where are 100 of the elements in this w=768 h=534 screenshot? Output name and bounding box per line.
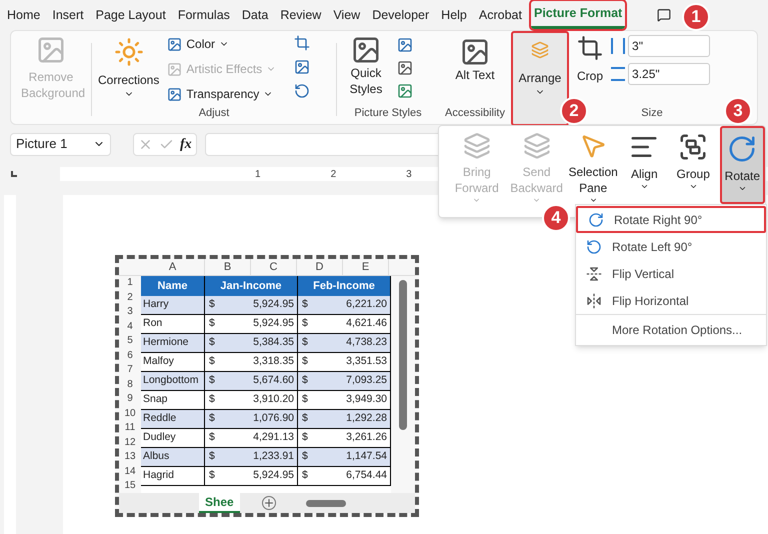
ribbon-tab[interactable]: Picture Format — [530, 1, 626, 29]
crop-icon — [577, 35, 603, 61]
table-cell-text: $ — [208, 411, 216, 426]
arrange-option-button[interactable]: Align — [622, 126, 667, 204]
table-cell: 5,674.60 — [221, 372, 298, 390]
table-cell: Snap — [141, 391, 205, 409]
arrange-button[interactable]: Arrange — [511, 31, 569, 126]
name-box[interactable]: Picture 1 — [10, 132, 111, 156]
insert-function-button[interactable]: fx — [180, 134, 192, 154]
table-cell: Longbottom — [141, 372, 205, 390]
picture-icon — [167, 36, 182, 52]
table-cell-text: $ — [301, 335, 309, 350]
horizontal-scrollbar-thumb[interactable] — [306, 500, 346, 506]
menu-item[interactable]: Rotate Left 90° — [576, 233, 766, 260]
table-cell: 1,233.91 — [221, 448, 298, 466]
quick-styles-button[interactable]: Quick Styles — [341, 35, 391, 104]
add-sheet-icon[interactable] — [262, 496, 276, 510]
ribbon-tab[interactable]: Insert — [49, 1, 87, 29]
step-number-badge: 1 — [682, 3, 710, 31]
table-cell: 3,351.53 — [314, 353, 391, 371]
arrange-option-button[interactable]: Group — [670, 126, 716, 204]
table-cell: 3,318.35 — [221, 353, 298, 371]
corrections-button[interactable]: Corrections — [98, 35, 160, 104]
group-label: Accessibility — [444, 106, 506, 120]
row-number: 12 — [123, 436, 137, 448]
table-cell-text: $ — [208, 392, 216, 408]
table-cell: 5,924.95 — [221, 296, 298, 314]
ruler-number: 1 — [255, 168, 261, 182]
table-cell-text: $ — [301, 297, 309, 312]
sun-icon — [114, 37, 144, 67]
scrollbar-thumb[interactable] — [399, 280, 407, 430]
layers-icon — [522, 132, 552, 160]
row-number: 9 — [126, 393, 134, 405]
alt-text-button[interactable]: Alt Text — [450, 35, 500, 104]
rotate-left-icon — [586, 238, 602, 254]
table-cell: 1,076.90 — [221, 410, 298, 428]
table-cell-text: $ — [301, 468, 309, 484]
row-number: 11 — [124, 422, 136, 434]
table-cell-text: $ — [208, 449, 216, 464]
table-cell: Malfoy — [141, 353, 205, 371]
ribbon-tab[interactable]: Developer — [369, 1, 432, 29]
ribbon-menu-button[interactable]: Transparency — [167, 85, 276, 103]
column-header: B — [205, 259, 251, 275]
table-cell: 6,754.44 — [314, 467, 391, 485]
ribbon-tab[interactable]: Acrobat — [476, 1, 525, 29]
comment-icon[interactable] — [657, 8, 672, 22]
table-cell-text: $ — [208, 316, 216, 332]
menu-item[interactable]: Rotate Right 90° — [576, 206, 766, 233]
group-label: Size — [640, 106, 664, 120]
ribbon-tab[interactable]: Review — [277, 1, 324, 29]
table-cell-text: $ — [301, 449, 309, 464]
column-header: E — [343, 259, 389, 275]
menu-item[interactable]: Flip Horizontal — [576, 287, 766, 314]
row-number: 15 — [123, 480, 137, 492]
picture-icon — [36, 35, 66, 65]
table-cell: Reddle — [141, 410, 205, 428]
row-number: 4 — [126, 320, 134, 332]
column-header: C — [251, 259, 297, 275]
row-number: 6 — [126, 350, 134, 362]
table-cell: 4,621.46 — [314, 315, 391, 333]
group-label: Picture Styles — [353, 106, 423, 120]
table-cell: 4,291.13 — [221, 429, 298, 447]
table-cell: 6,221.20 — [314, 296, 391, 314]
ribbon-menu-button[interactable]: Color — [167, 35, 276, 53]
layers-icon — [531, 41, 549, 59]
width-field[interactable]: 3.25" — [628, 63, 710, 85]
table-cell-text: $ — [301, 411, 309, 426]
row-number: 2 — [126, 292, 134, 304]
menu-item[interactable]: More Rotation Options... — [576, 314, 766, 344]
ribbon-tab[interactable]: Formulas — [174, 1, 233, 29]
table-cell: 3,261.26 — [314, 429, 391, 447]
ribbon-tab[interactable]: View — [330, 1, 364, 29]
table-cell-text: $ — [301, 392, 309, 408]
table-cell: 4,738.23 — [314, 334, 391, 352]
table-cell: Dudley — [141, 429, 205, 447]
picture-icon — [167, 62, 182, 76]
table-cell: 5,924.95 — [221, 467, 298, 485]
ribbon-tab[interactable]: Data — [238, 1, 272, 29]
height-field[interactable]: 3" — [628, 35, 710, 57]
table-cell: 3,910.20 — [221, 391, 298, 409]
group-icon — [678, 132, 708, 162]
group-label: Adjust — [198, 106, 230, 120]
table-cell-text: $ — [301, 430, 309, 446]
width-icon — [611, 67, 626, 81]
menu-item[interactable]: Flip Vertical — [576, 260, 766, 287]
ribbon-tab[interactable]: Page Layout — [92, 1, 169, 29]
ribbon-tab[interactable]: Home — [4, 1, 44, 29]
tab-stop-icon[interactable] — [11, 171, 17, 177]
column-header: D — [297, 259, 343, 275]
caret-icon — [640, 182, 649, 191]
ribbon-tab[interactable]: Help — [438, 1, 470, 29]
table-cell-text: $ — [208, 335, 216, 350]
table-cell: 5,924.95 — [221, 315, 298, 333]
arrange-option-button[interactable]: Rotate — [720, 126, 766, 204]
table-cell: Hagrid — [141, 467, 205, 485]
row-number: 14 — [123, 466, 137, 478]
table-cell: Ron — [141, 315, 205, 333]
sheet-tab[interactable]: Shee — [199, 493, 240, 513]
arrange-option-button[interactable]: Selection Pane — [568, 126, 618, 204]
table-cell: 3,949.30 — [314, 391, 391, 409]
